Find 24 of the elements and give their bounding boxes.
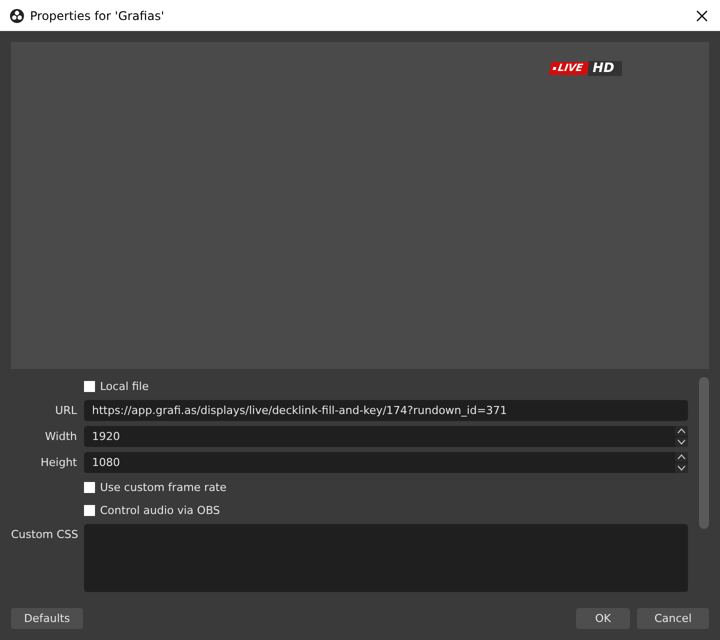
checkbox-label: Use custom frame rate (100, 480, 227, 494)
cancel-button[interactable]: Cancel (637, 608, 709, 629)
up-arrow-icon[interactable] (675, 426, 688, 436)
defaults-button[interactable]: Defaults (11, 608, 83, 629)
checkbox-label: Control audio via OBS (100, 504, 220, 516)
scrollbar[interactable] (699, 377, 709, 529)
up-arrow-icon[interactable] (675, 452, 688, 462)
checkbox[interactable] (84, 380, 95, 392)
app-logo-icon (10, 8, 24, 22)
checkbox-label: Local file (100, 380, 149, 392)
close-icon[interactable] (696, 10, 708, 22)
ok-button[interactable]: OK (576, 608, 630, 629)
field-label: URL (55, 404, 77, 417)
field-label: Width (45, 430, 77, 443)
url-field[interactable]: https://app.grafi.as/displays/live/decklink-fill-and-key/174?rundown_id=371 (84, 400, 688, 421)
live-badge: LIVE (548, 62, 589, 75)
field-label: Custom CSS (11, 528, 78, 541)
field-label: Height (40, 456, 77, 469)
window-title: Properties for 'Grafias' (30, 8, 166, 22)
checkbox[interactable] (84, 504, 95, 516)
checkbox[interactable] (84, 482, 95, 492)
hd-badge: HD (588, 61, 622, 76)
down-arrow-icon[interactable] (675, 437, 688, 447)
down-arrow-icon[interactable] (675, 463, 688, 473)
